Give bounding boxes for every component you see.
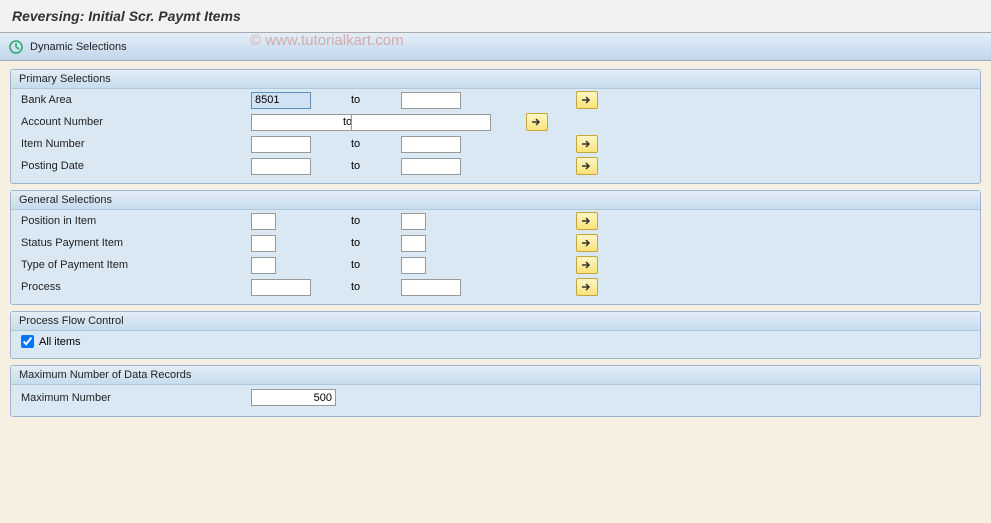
input-type-to[interactable] [401,257,426,274]
row-posting-date: Posting Date to [11,155,980,177]
row-status-payment-item: Status Payment Item to [11,232,980,254]
to-label: to [341,281,401,293]
multi-select-position[interactable] [576,212,598,230]
input-account-number-to[interactable] [351,114,491,131]
label-account-number: Account Number [21,116,251,128]
to-label: to [341,116,351,128]
input-maximum-number[interactable] [251,389,336,406]
group-process-flow-control: Process Flow Control All items [10,311,981,359]
to-label: to [341,259,401,271]
multi-select-process[interactable] [576,278,598,296]
multi-select-account-number[interactable] [526,113,548,131]
to-label: to [341,215,401,227]
label-status-payment-item: Status Payment Item [21,237,251,249]
to-label: to [341,138,401,150]
app-toolbar: Dynamic Selections [0,33,991,61]
dynamic-selections-button[interactable]: Dynamic Selections [30,41,127,53]
row-position-in-item: Position in Item to [11,210,980,232]
multi-select-item-number[interactable] [576,135,598,153]
label-type-payment-item: Type of Payment Item [21,259,251,271]
row-bank-area: Bank Area to [11,89,980,111]
group-header-primary: Primary Selections [11,70,980,89]
label-posting-date: Posting Date [21,160,251,172]
row-account-number: Account Number to [11,111,980,133]
group-header-flow: Process Flow Control [11,312,980,331]
label-all-items: All items [39,336,81,348]
multi-select-bank-area[interactable] [576,91,598,109]
group-general-selections: General Selections Position in Item to S… [10,190,981,305]
window-title: Reversing: Initial Scr. Paymt Items [0,0,991,33]
dynamic-selections-icon[interactable] [8,39,24,55]
label-bank-area: Bank Area [21,94,251,106]
input-status-from[interactable] [251,235,276,252]
multi-select-type[interactable] [576,256,598,274]
input-item-number-from[interactable] [251,136,311,153]
row-type-of-payment-item: Type of Payment Item to [11,254,980,276]
checkbox-all-items[interactable] [21,335,34,348]
group-primary-selections: Primary Selections Bank Area to Account … [10,69,981,184]
row-item-number: Item Number to [11,133,980,155]
input-status-to[interactable] [401,235,426,252]
input-item-number-to[interactable] [401,136,461,153]
input-process-from[interactable] [251,279,311,296]
input-posting-date-from[interactable] [251,158,311,175]
input-type-from[interactable] [251,257,276,274]
to-label: to [341,237,401,249]
group-header-max: Maximum Number of Data Records [11,366,980,385]
label-position-in-item: Position in Item [21,215,251,227]
input-position-to[interactable] [401,213,426,230]
label-item-number: Item Number [21,138,251,150]
label-maximum-number: Maximum Number [21,392,251,404]
to-label: to [341,94,401,106]
input-posting-date-to[interactable] [401,158,461,175]
multi-select-status[interactable] [576,234,598,252]
row-process: Process to [11,276,980,298]
input-process-to[interactable] [401,279,461,296]
label-process: Process [21,281,251,293]
to-label: to [341,160,401,172]
group-header-general: General Selections [11,191,980,210]
input-position-from[interactable] [251,213,276,230]
group-max-records: Maximum Number of Data Records Maximum N… [10,365,981,417]
input-bank-area-to[interactable] [401,92,461,109]
input-bank-area-from[interactable] [251,92,311,109]
multi-select-posting-date[interactable] [576,157,598,175]
